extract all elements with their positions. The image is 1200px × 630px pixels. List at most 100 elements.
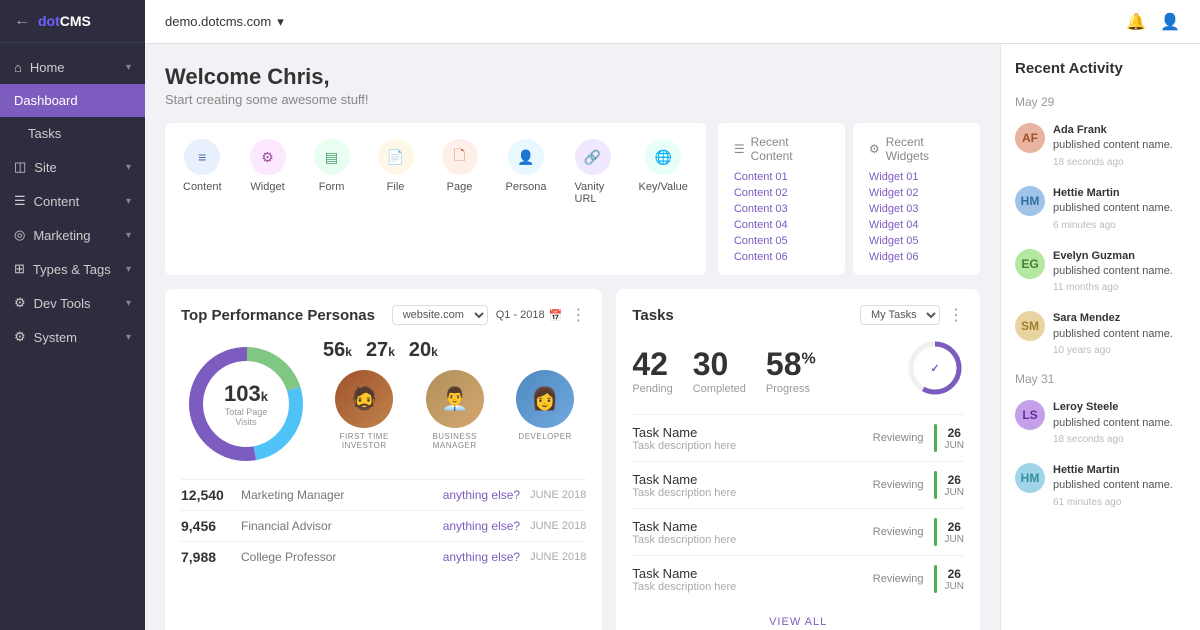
sidebar-item-home[interactable]: ⌂Home ▾: [0, 51, 145, 84]
vanity-shortcut-icon: 🔗: [575, 139, 611, 175]
notification-icon[interactable]: 🔔: [1126, 12, 1146, 32]
user-icon[interactable]: 👤: [1160, 12, 1180, 32]
shortcut-widget[interactable]: ⚙ Widget: [236, 131, 300, 267]
task-date-line-2: [934, 471, 937, 499]
calendar-icon: 📅: [549, 309, 563, 322]
tasks-filter-select[interactable]: My Tasks: [860, 305, 940, 325]
task-date-badge-2: 26 JUN: [945, 473, 964, 498]
tasks-panel-header: Tasks My Tasks ⋮: [632, 305, 964, 325]
persona-table-row-2: 9,456 Financial Advisor anything else? J…: [181, 510, 586, 541]
content-link-02[interactable]: Content 02: [734, 187, 788, 199]
widget-link-03[interactable]: Widget 03: [869, 203, 919, 215]
task-row-3: Task Name Task description here Reviewin…: [632, 508, 964, 555]
task-row-2: Task Name Task description here Reviewin…: [632, 461, 964, 508]
recent-activity-title: Recent Activity: [1001, 60, 1200, 89]
main-area: demo.dotcms.com ▾ 🔔 👤 Welcome Chris, Sta…: [145, 0, 1200, 630]
chevron-icon: ▾: [126, 298, 131, 309]
persona-persons-row: 56k 27k 20k: [323, 339, 586, 362]
widget-link-06[interactable]: Widget 06: [869, 251, 919, 263]
widget-link-02[interactable]: Widget 02: [869, 187, 919, 199]
view-all-button[interactable]: VIEW ALL: [632, 602, 964, 630]
keyval-shortcut-icon: 🌐: [645, 139, 681, 175]
personas-site-select[interactable]: website.com: [392, 305, 488, 325]
tasks-stat-progress: 58% Progress: [766, 346, 816, 395]
sidebar-item-tasks[interactable]: Tasks: [0, 117, 145, 150]
task-row-1: Task Name Task description here Reviewin…: [632, 414, 964, 461]
shortcut-page[interactable]: 🗋 Page: [428, 131, 492, 267]
sidebar-item-dev-tools[interactable]: ⚙Dev Tools ▾: [0, 286, 145, 320]
avatar-investor: 🧔: [335, 370, 393, 428]
tasks-stat-pending: 42 Pending: [632, 346, 672, 395]
logo: dotCMS: [38, 13, 91, 29]
sidebar-item-content[interactable]: ☰Content ▾: [0, 184, 145, 218]
shortcut-form[interactable]: ▤ Form: [300, 131, 364, 267]
content-area: Welcome Chris, Start creating some aweso…: [145, 44, 1200, 630]
avatar-hettie-martin-2: HM: [1015, 463, 1045, 493]
tasks-stats: 42 Pending 30 Completed 58% Progress: [632, 339, 964, 402]
content-link-01[interactable]: Content 01: [734, 171, 788, 183]
tasks-panel: Tasks My Tasks ⋮ 42 Pending: [616, 289, 980, 630]
content-link-04[interactable]: Content 04: [734, 219, 788, 231]
widget-link-05[interactable]: Widget 05: [869, 235, 919, 247]
form-shortcut-icon: ▤: [314, 139, 350, 175]
system-icon: ⚙: [14, 329, 26, 345]
shortcuts-recent-row: ≡ Content ⚙ Widget ▤ Form 📄 File: [165, 123, 980, 275]
activity-date-may31: May 31: [1001, 366, 1200, 392]
page-shortcut-icon: 🗋: [442, 139, 478, 175]
personas-panel-controls: website.com Q1 - 2018 📅 ⋮: [392, 305, 587, 325]
task-date-2: 26 JUN: [934, 471, 964, 499]
domain-selector[interactable]: demo.dotcms.com ▾: [165, 14, 284, 30]
svg-text:✓: ✓: [930, 363, 939, 375]
task-info-1: Task Name Task description here: [632, 425, 862, 452]
sidebar-item-types-tags[interactable]: ⊞Types & Tags ▾: [0, 252, 145, 286]
more-icon[interactable]: ⋮: [570, 305, 586, 325]
shortcut-content[interactable]: ≡ Content: [169, 131, 236, 267]
sidebar-item-dashboard[interactable]: Dashboard: [0, 84, 145, 117]
topbar: demo.dotcms.com ▾ 🔔 👤: [145, 0, 1200, 44]
sidebar-header: ← dotCMS: [0, 0, 145, 43]
task-date-line-1: [934, 424, 937, 452]
main-panels: Top Performance Personas website.com Q1 …: [165, 289, 980, 630]
persona-avatar-2: 👨‍💼 BUSINESS MANAGER: [413, 370, 495, 450]
home-icon: ⌂: [14, 60, 22, 75]
widget-link-04[interactable]: Widget 04: [869, 219, 919, 231]
progress-circle: ✓: [906, 339, 964, 402]
personas-panel: Top Performance Personas website.com Q1 …: [165, 289, 602, 630]
recent-widgets-card: ⚙ Recent Widgets Widget 01 Widget 02 Wid…: [853, 123, 980, 275]
shortcut-file[interactable]: 📄 File: [364, 131, 428, 267]
chevron-icon: ▾: [126, 332, 131, 343]
types-icon: ⊞: [14, 261, 25, 277]
avatar-sara-mendez: SM: [1015, 311, 1045, 341]
content-link-05[interactable]: Content 05: [734, 235, 788, 247]
personas-panel-header: Top Performance Personas website.com Q1 …: [181, 305, 586, 325]
tasks-stat-completed: 30 Completed: [693, 346, 746, 395]
avatar-hettie-martin-1: HM: [1015, 186, 1045, 216]
personas-date-select[interactable]: Q1 - 2018 📅: [496, 309, 563, 322]
widget-link-01[interactable]: Widget 01: [869, 171, 919, 183]
task-info-3: Task Name Task description here: [632, 519, 862, 546]
task-date-1: 26 JUN: [934, 424, 964, 452]
tasks-panel-controls: My Tasks ⋮: [860, 305, 964, 325]
task-date-badge-4: 26 JUN: [945, 567, 964, 592]
shortcut-persona[interactable]: 👤 Persona: [492, 131, 561, 267]
back-icon[interactable]: ←: [14, 12, 30, 30]
task-date-3: 26 JUN: [934, 518, 964, 546]
sidebar-item-system[interactable]: ⚙System ▾: [0, 320, 145, 354]
sidebar-item-site[interactable]: ◫Site ▾: [0, 150, 145, 184]
persona-shortcut-icon: 👤: [508, 139, 544, 175]
content-main: Welcome Chris, Start creating some aweso…: [145, 44, 1000, 630]
shortcut-key-value[interactable]: 🌐 Key/Value: [625, 131, 702, 267]
shortcut-vanity-url[interactable]: 🔗 Vanity URL: [561, 131, 625, 267]
chevron-icon: ▾: [126, 162, 131, 173]
activity-item-sara: SM Sara Mendez published content name. 1…: [1001, 303, 1200, 366]
recent-widgets-icon: ⚙: [869, 142, 880, 156]
content-link-03[interactable]: Content 03: [734, 203, 788, 215]
persona-avatar-3: 👩 DEVELOPER: [504, 370, 586, 450]
tasks-more-icon[interactable]: ⋮: [948, 305, 964, 325]
activity-text-sara: Sara Mendez published content name. 10 y…: [1053, 311, 1173, 358]
task-info-4: Task Name Task description here: [632, 566, 862, 593]
content-link-06[interactable]: Content 06: [734, 251, 788, 263]
task-date-badge-1: 26 JUN: [945, 426, 964, 451]
activity-text-hettie1: Hettie Martin published content name. 6 …: [1053, 186, 1173, 233]
sidebar-item-marketing[interactable]: ◎Marketing ▾: [0, 218, 145, 252]
